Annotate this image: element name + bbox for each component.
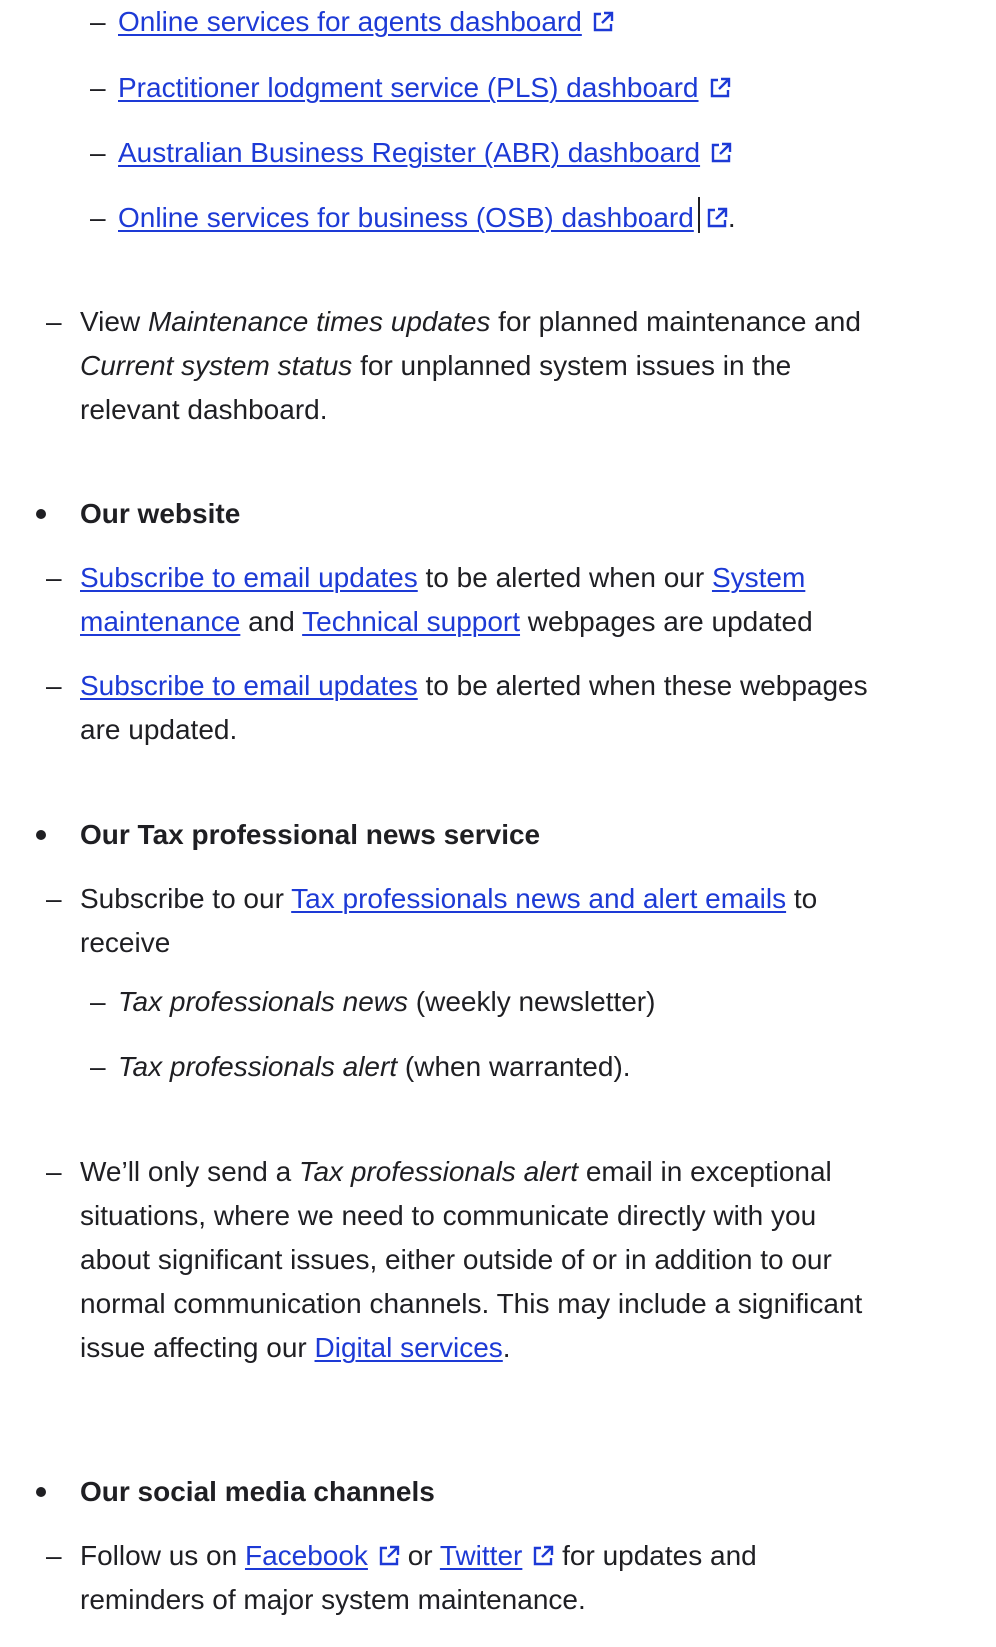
item-text: We’ll only send a bbox=[80, 1156, 299, 1187]
dashboard-item-content: Practitioner lodgment service (PLS) dash… bbox=[118, 66, 731, 110]
bullet-icon bbox=[36, 509, 46, 519]
news-sub-item-text: Tax professionals alert (when warranted)… bbox=[118, 1045, 631, 1089]
item-text: . bbox=[502, 1332, 511, 1363]
abr-dashboard-link[interactable]: Australian Business Register (ABR) dashb… bbox=[118, 137, 700, 168]
item-text: receive bbox=[80, 927, 171, 958]
external-link-icon bbox=[709, 77, 731, 99]
item-emphasis: Tax professionals alert bbox=[118, 1051, 398, 1082]
section-heading: Our social media channels bbox=[80, 1476, 435, 1507]
item-emphasis: Tax professionals alert bbox=[298, 1156, 579, 1187]
external-link-icon bbox=[378, 1545, 400, 1567]
item-text: webpages are updated bbox=[520, 606, 813, 637]
dashboard-item-content: Online services for business (OSB) dashb… bbox=[118, 196, 736, 240]
item-text: to be alerted when our bbox=[417, 562, 712, 593]
item-text: email in exceptional bbox=[578, 1156, 832, 1187]
item-text: Subscribe to our bbox=[80, 883, 292, 914]
external-link-icon bbox=[592, 11, 614, 33]
note-text: for unplanned system issues in the bbox=[352, 350, 792, 381]
news-item-1-text: Subscribe to our Tax professionals news … bbox=[80, 877, 980, 965]
external-link-icon bbox=[710, 142, 732, 164]
tax-professionals-news-alert-link[interactable]: Tax professionals news and alert emails bbox=[291, 883, 786, 914]
view-maintenance-text: View Maintenance times updates for plann… bbox=[80, 300, 980, 432]
bullet-icon bbox=[36, 830, 46, 840]
section-heading: Our Tax professional news service bbox=[80, 819, 541, 850]
text-caret bbox=[697, 197, 700, 233]
item-text: or bbox=[399, 1540, 440, 1571]
note-emphasis: Current system status bbox=[80, 350, 353, 381]
dash-marker: – bbox=[90, 6, 106, 37]
item-text: for updates and bbox=[554, 1540, 757, 1571]
dash-marker: – bbox=[90, 202, 106, 233]
dash-marker: – bbox=[90, 137, 106, 168]
item-emphasis: Tax professionals news bbox=[118, 986, 409, 1017]
item-text: situations, where we need to communicate… bbox=[80, 1200, 817, 1231]
note-emphasis: Maintenance times updates bbox=[147, 306, 491, 337]
item-text: to be alerted when these webpages bbox=[417, 670, 868, 701]
item-text: Follow us on bbox=[80, 1540, 245, 1571]
digital-services-link[interactable]: Digital services bbox=[315, 1332, 503, 1363]
dash-marker: – bbox=[46, 306, 62, 337]
system-maintenance-link[interactable]: System bbox=[712, 562, 805, 593]
online-services-agents-dashboard-link[interactable]: Online services for agents dashboard bbox=[118, 6, 582, 37]
item-text: are updated. bbox=[80, 714, 238, 745]
note-text: View bbox=[80, 306, 148, 337]
item-text: about significant issues, either outside… bbox=[80, 1244, 832, 1275]
dashboard-item-content: Australian Business Register (ABR) dashb… bbox=[118, 131, 732, 175]
dash-marker: – bbox=[46, 1156, 62, 1187]
item-text: and bbox=[240, 606, 303, 637]
dash-marker: – bbox=[90, 986, 106, 1017]
item-text: to bbox=[786, 883, 818, 914]
system-maintenance-link[interactable]: maintenance bbox=[80, 606, 240, 637]
website-item-2-text: Subscribe to email updates to be alerted… bbox=[80, 664, 990, 752]
dash-marker: – bbox=[46, 1540, 62, 1571]
twitter-link[interactable]: Twitter bbox=[440, 1540, 522, 1571]
technical-support-link[interactable]: Technical support bbox=[302, 606, 520, 637]
bullet-icon bbox=[36, 1487, 46, 1497]
dash-marker: – bbox=[90, 72, 106, 103]
dash-marker: – bbox=[46, 883, 62, 914]
item-text: (weekly newsletter) bbox=[408, 986, 656, 1017]
item-text: issue affecting our bbox=[80, 1332, 315, 1363]
list-end-punct: . bbox=[727, 202, 736, 233]
subscribe-email-updates-link[interactable]: Subscribe to email updates bbox=[80, 670, 418, 701]
note-text: for planned maintenance and bbox=[490, 306, 861, 337]
external-link-icon bbox=[706, 207, 728, 229]
note-text: relevant dashboard. bbox=[80, 394, 328, 425]
pls-dashboard-link[interactable]: Practitioner lodgment service (PLS) dash… bbox=[118, 72, 699, 103]
dashboard-item-content: Online services for agents dashboard bbox=[118, 0, 614, 44]
news-item-2-text: We’ll only send a Tax professionals aler… bbox=[80, 1150, 990, 1370]
item-text: normal communication channels. This may … bbox=[80, 1288, 863, 1319]
section-heading: Our website bbox=[80, 498, 241, 529]
facebook-link[interactable]: Facebook bbox=[245, 1540, 368, 1571]
news-sub-item-text: Tax professionals news (weekly newslette… bbox=[118, 980, 655, 1024]
website-item-1-text: Subscribe to email updates to be alerted… bbox=[80, 556, 980, 644]
item-text: (when warranted). bbox=[397, 1051, 631, 1082]
dash-marker: – bbox=[46, 670, 62, 701]
osb-dashboard-link[interactable]: Online services for business (OSB) dashb… bbox=[118, 202, 694, 233]
item-text: reminders of major system maintenance. bbox=[80, 1584, 586, 1615]
external-link-icon bbox=[532, 1545, 554, 1567]
subscribe-email-updates-link[interactable]: Subscribe to email updates bbox=[80, 562, 418, 593]
dash-marker: – bbox=[46, 562, 62, 593]
social-item-1-text: Follow us on Facebook or Twitter for upd… bbox=[80, 1534, 980, 1622]
dash-marker: – bbox=[90, 1051, 106, 1082]
